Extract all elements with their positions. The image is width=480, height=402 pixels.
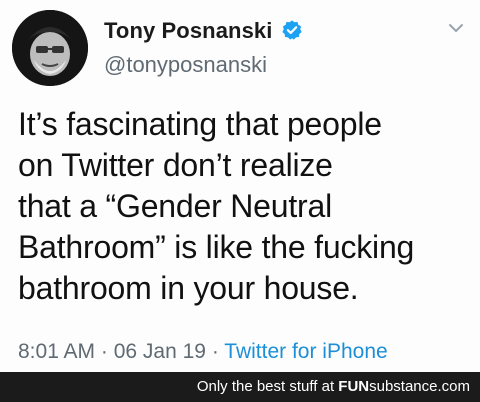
tweet-date[interactable]: 06 Jan 19	[114, 340, 206, 363]
tweet-time[interactable]: 8:01 AM	[18, 340, 95, 363]
watermark-footer: Only the best stuff at FUNsubstance.com	[0, 372, 480, 402]
meta-separator: ·	[95, 340, 114, 363]
verified-badge-icon	[282, 20, 302, 40]
chevron-down-icon[interactable]	[448, 22, 464, 34]
watermark-brand-rest: substance.com	[369, 378, 470, 395]
tweet-text-line: bathroom in your house.	[18, 270, 359, 306]
tweet-text-line: Bathroom” is like the fucking	[18, 229, 415, 265]
tweet-metadata: 8:01 AM · 06 Jan 19 · Twitter for iPhone	[18, 340, 388, 364]
display-name[interactable]: Tony Posnanski	[104, 18, 272, 44]
avatar[interactable]	[12, 10, 88, 86]
tweet-text-line: on Twitter don’t realize	[18, 147, 333, 183]
avatar-image	[12, 10, 88, 86]
tweet-source-link[interactable]: Twitter for iPhone	[224, 340, 387, 363]
watermark-prefix: Only the best stuff at	[196, 378, 339, 395]
tweet-text-line: that a “Gender Neutral	[18, 188, 332, 224]
tweet-text-line: It’s fascinating that people	[18, 106, 382, 142]
watermark-text: Only the best stuff at FUNsubstance.com	[197, 378, 470, 395]
user-handle[interactable]: @tonyposnanski	[104, 52, 267, 78]
tweet-card: Tony Posnanski @tonyposnanski It’s fasci…	[0, 0, 480, 372]
tweet-text: It’s fascinating that people on Twitter …	[18, 104, 473, 309]
meta-separator: ·	[205, 340, 225, 363]
watermark-brand-fun: FUN	[338, 378, 370, 395]
